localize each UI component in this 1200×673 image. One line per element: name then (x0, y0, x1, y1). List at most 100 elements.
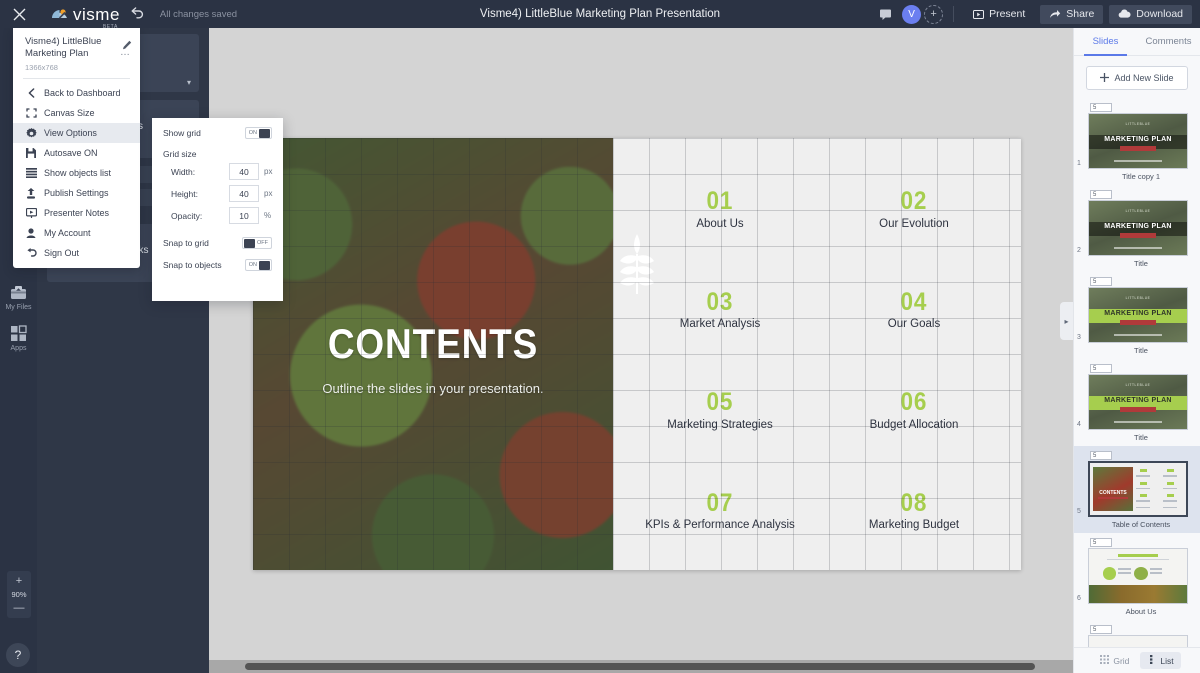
toc-item[interactable]: 06 Budget Allocation (817, 389, 1011, 433)
grid-width-unit: px (264, 167, 273, 176)
menu-item-back-to-dashboard[interactable]: Back to Dashboard (13, 83, 140, 103)
toc-item[interactable]: 08 Marketing Budget (817, 489, 1011, 534)
add-new-slide-label: Add New Slide (1114, 73, 1174, 83)
slide-index: 1 (1077, 160, 1081, 167)
slide-badge[interactable]: 5 (1090, 277, 1112, 286)
toc-item[interactable]: 04 Our Goals (817, 288, 1011, 333)
snap-to-objects-row: Snap to objects ON (152, 249, 283, 271)
help-button[interactable]: ? (6, 643, 30, 667)
rail-item-apps[interactable]: Apps (0, 317, 37, 358)
chevron-down-icon[interactable]: ▾ (187, 78, 191, 87)
thumb-footer (1114, 246, 1162, 250)
toc-item[interactable]: 05 Marketing Strategies (623, 389, 817, 433)
toggle-knob (244, 238, 255, 248)
slide-badge[interactable]: 5 (1090, 451, 1112, 460)
slide-badge[interactable]: 5 (1090, 190, 1112, 199)
list-item[interactable]: 5 5 CONTENTS Table of Contents (1074, 446, 1200, 533)
plus-icon (1100, 72, 1110, 84)
slide-subtitle[interactable]: Outline the slides in your presentation. (253, 381, 613, 396)
toggle-state-label: OFF (257, 240, 268, 246)
zoom-out-button[interactable]: — (14, 603, 25, 614)
slide-thumbnail[interactable] (1088, 635, 1188, 647)
add-new-slide-button[interactable]: Add New Slide (1086, 66, 1188, 90)
thumb-title: MARKETING PLAN (1104, 397, 1172, 405)
menu-item-show-objects-list[interactable]: Show objects list (13, 163, 140, 183)
ellipsis-icon[interactable]: … (120, 48, 131, 58)
grid-opacity-input[interactable]: 10 (229, 207, 259, 224)
close-icon[interactable] (0, 0, 38, 28)
list-item[interactable]: 5 6 About Us (1074, 533, 1200, 620)
slide-badge[interactable]: 5 (1090, 538, 1112, 547)
share-label: Share (1066, 8, 1095, 20)
slide-caption: Title (1134, 259, 1148, 268)
collapse-slides-panel-button[interactable]: ▸ (1060, 302, 1073, 340)
slide-thumbnail[interactable]: LITTLEBLUE MARKETING PLAN (1088, 200, 1188, 256)
canvas-area[interactable]: CONTENTS Outline the slides in your pres… (209, 28, 1073, 673)
list-item[interactable]: 5 7 (1074, 620, 1200, 647)
share-button[interactable]: Share (1040, 4, 1104, 24)
slides-panel-tabs: Slides Comments (1074, 28, 1200, 56)
slide-thumbnail[interactable]: LITTLEBLUE MARKETING PLAN (1088, 374, 1188, 430)
snap-to-grid-row: Snap to grid OFF (152, 224, 283, 249)
slide-canvas[interactable]: CONTENTS Outline the slides in your pres… (253, 138, 1021, 570)
download-button[interactable]: Download (1109, 4, 1192, 24)
snap-to-objects-toggle[interactable]: ON (244, 259, 272, 271)
slide-badge[interactable]: 5 (1090, 103, 1112, 112)
list-item[interactable]: 5 1 LITTLEBLUE MARKETING PLAN Title copy… (1074, 98, 1200, 185)
menu-item-canvas-size[interactable]: Canvas Size (13, 103, 140, 123)
tab-slides[interactable]: Slides (1074, 28, 1137, 56)
menu-item-autosave[interactable]: Autosave ON (13, 143, 140, 163)
slide-index: 6 (1077, 595, 1081, 602)
undo-icon[interactable] (130, 6, 144, 23)
thumb-line (1162, 475, 1178, 477)
scrollbar-thumb[interactable] (245, 663, 1035, 670)
show-grid-toggle[interactable]: ON (244, 127, 272, 139)
horizontal-scrollbar[interactable] (209, 660, 1073, 673)
present-button[interactable]: Present (964, 5, 1034, 24)
list-item[interactable]: 5 3 LITTLEBLUE MARKETING PLAN Title (1074, 272, 1200, 359)
slide-index: 3 (1077, 334, 1081, 341)
rail-item-my-files[interactable]: My Files (0, 276, 37, 317)
tab-comments[interactable]: Comments (1137, 28, 1200, 55)
grid-size-label: Grid size (163, 149, 197, 159)
chevron-right-icon: ▸ (1064, 316, 1069, 326)
menu-item-view-options[interactable]: View Options (13, 123, 140, 143)
present-label: Present (989, 8, 1026, 20)
slide-badge[interactable]: 5 (1090, 625, 1112, 634)
menu-item-publish-settings[interactable]: Publish Settings (13, 183, 140, 203)
thumb-heading (1118, 553, 1158, 557)
menu-item-sign-out[interactable]: Sign Out (13, 243, 140, 263)
slide-thumbnail[interactable]: LITTLEBLUE MARKETING PLAN (1088, 287, 1188, 343)
toc-number: 01 (706, 187, 734, 216)
slide-thumbnail[interactable]: LITTLEBLUE MARKETING PLAN (1088, 113, 1188, 169)
toc-item[interactable]: 07 KPIs & Performance Analysis (623, 489, 817, 534)
slide-badge[interactable]: 5 (1090, 364, 1112, 373)
slide-thumbnail[interactable]: CONTENTS (1088, 461, 1188, 517)
thumb-circle (1134, 566, 1148, 580)
menu-item-presenter-notes[interactable]: Presenter Notes (13, 203, 140, 223)
zoom-level[interactable]: 90% (11, 590, 26, 599)
slide-title[interactable]: CONTENTS (275, 320, 592, 368)
grid-height-input[interactable]: 40 (229, 185, 259, 202)
slide-caption: Title (1134, 433, 1148, 442)
grid-view-button[interactable]: Grid (1093, 652, 1136, 669)
toc-item[interactable]: 02 Our Evolution (817, 188, 1011, 232)
add-collaborator-button[interactable]: + (924, 4, 944, 24)
list-item[interactable]: 5 2 LITTLEBLUE MARKETING PLAN Title (1074, 185, 1200, 272)
list-item[interactable]: 5 4 LITTLEBLUE MARKETING PLAN Title (1074, 359, 1200, 446)
visme-logo[interactable]: visme BETA (50, 6, 120, 30)
snap-to-grid-toggle[interactable]: OFF (242, 237, 272, 249)
zoom-in-button[interactable]: + (16, 576, 22, 587)
thumb-eyebrow: LITTLEBLUE (1125, 208, 1151, 213)
grid-width-input[interactable]: 40 (229, 163, 259, 180)
thumb-footer (1114, 159, 1162, 163)
toc-item[interactable]: 01 About Us (623, 188, 817, 232)
slides-list[interactable]: 5 1 LITTLEBLUE MARKETING PLAN Title copy… (1074, 98, 1200, 647)
list-view-button[interactable]: List (1140, 652, 1181, 669)
visme-logo-icon (50, 7, 69, 21)
comment-icon[interactable] (872, 0, 898, 28)
menu-item-my-account[interactable]: My Account (13, 223, 140, 243)
thumb-footer (1114, 333, 1162, 337)
slide-thumbnail[interactable] (1088, 548, 1188, 604)
avatar[interactable]: V (902, 4, 922, 24)
